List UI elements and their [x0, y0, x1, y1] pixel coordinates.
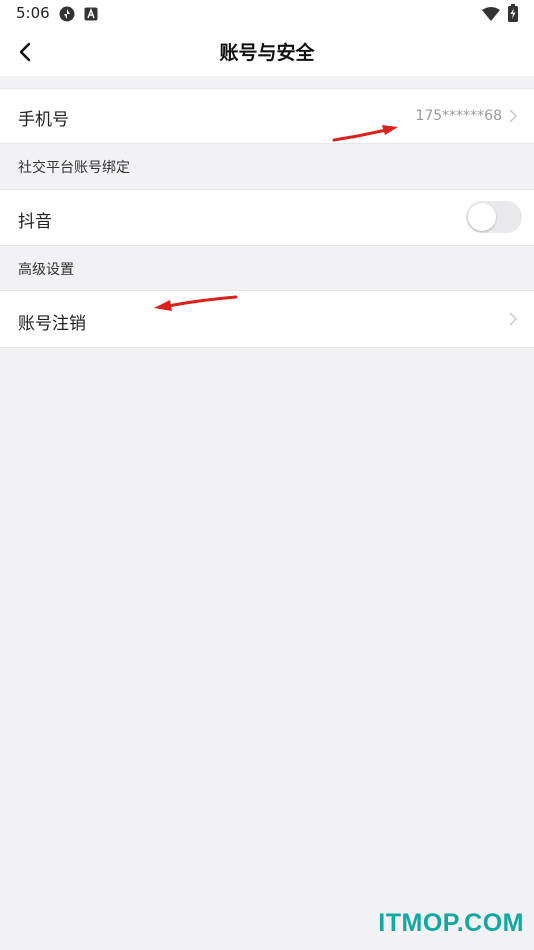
status-time: 5:06: [16, 4, 50, 22]
chevron-right-icon: [509, 312, 517, 326]
phone-number-row[interactable]: 手机号 175******68: [0, 88, 534, 144]
toggle-knob: [468, 203, 496, 231]
battery-charging-icon: [508, 4, 518, 26]
chevron-right-icon: [509, 109, 517, 123]
cancel-account-label: 账号注销: [18, 314, 86, 334]
advanced-settings-section-title: 高级设置: [18, 262, 74, 278]
douyin-row: 抖音: [0, 189, 534, 246]
phone-number-value: 175******68: [415, 108, 502, 124]
sync-icon: [58, 5, 76, 27]
douyin-label: 抖音: [18, 212, 52, 232]
douyin-toggle[interactable]: [466, 201, 522, 233]
annotation-arrow-left: [154, 295, 238, 311]
cancel-account-row[interactable]: 账号注销: [0, 290, 534, 348]
social-binding-section-title: 社交平台账号绑定: [18, 160, 130, 176]
page-title: 账号与安全: [219, 42, 315, 64]
annotation-arrow-right: [332, 125, 398, 142]
a-badge-icon: [84, 6, 98, 25]
phone-number-label: 手机号: [18, 110, 69, 130]
navigation-bar: 账号与安全: [0, 28, 534, 76]
watermark-logo: ITMOP.COM: [378, 909, 524, 937]
wifi-icon: [482, 6, 500, 25]
status-bar: 5:06: [0, 0, 534, 28]
